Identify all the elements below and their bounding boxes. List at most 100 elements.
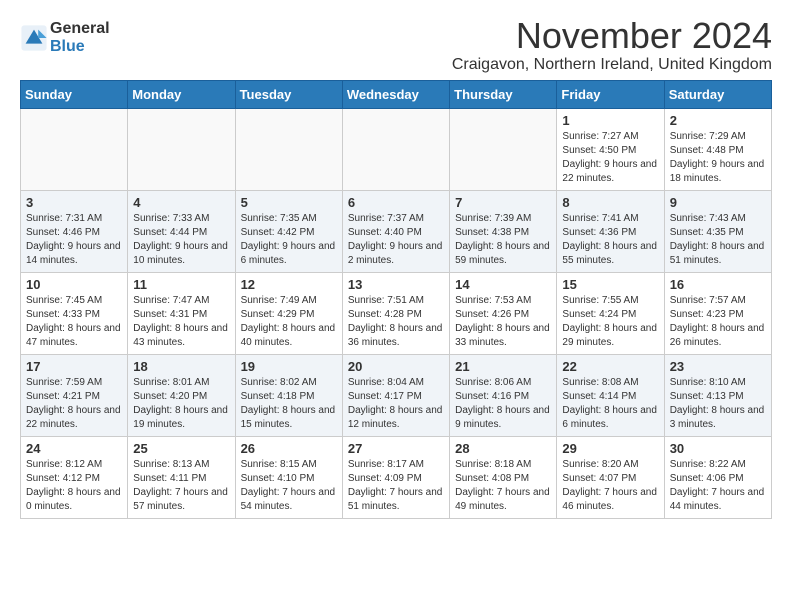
table-row: 2 Sunrise: 7:29 AM Sunset: 4:48 PM Daylig… xyxy=(664,108,771,190)
table-row: 7 Sunrise: 7:39 AM Sunset: 4:38 PM Daylig… xyxy=(450,190,557,272)
day-number: 18 xyxy=(133,359,229,374)
day-info: Sunrise: 7:57 AM Sunset: 4:23 PM Dayligh… xyxy=(670,294,766,350)
logo-blue-text: Blue xyxy=(50,38,110,56)
day-number: 8 xyxy=(562,195,658,210)
calendar-week-1: 1 Sunrise: 7:27 AM Sunset: 4:50 PM Daylig… xyxy=(21,108,772,190)
calendar-week-3: 10 Sunrise: 7:45 AM Sunset: 4:33 PM Dayli… xyxy=(21,272,772,354)
day-info: Sunrise: 8:15 AM Sunset: 4:10 PM Dayligh… xyxy=(241,458,337,514)
table-row: 15 Sunrise: 7:55 AM Sunset: 4:24 PM Dayli… xyxy=(557,272,664,354)
calendar-week-4: 17Sunrise: 7:59 AM Sunset: 4:21 PM Dayli… xyxy=(21,354,772,436)
calendar-week-2: 3Sunrise: 7:31 AM Sunset: 4:46 PM Daylig… xyxy=(21,190,772,272)
day-info: Sunrise: 7:45 AM Sunset: 4:33 PM Dayligh… xyxy=(26,294,122,350)
day-info: Sunrise: 8:17 AM Sunset: 4:09 PM Dayligh… xyxy=(348,458,444,514)
day-number: 29 xyxy=(562,441,658,456)
col-tuesday: Tuesday xyxy=(235,80,342,108)
day-number: 15 xyxy=(562,277,658,292)
day-number: 12 xyxy=(241,277,337,292)
day-info: Sunrise: 7:33 AM Sunset: 4:44 PM Dayligh… xyxy=(133,212,229,268)
table-row: 12Sunrise: 7:49 AM Sunset: 4:29 PM Dayli… xyxy=(235,272,342,354)
day-info: Sunrise: 7:43 AM Sunset: 4:35 PM Dayligh… xyxy=(670,212,766,268)
day-info: Sunrise: 7:39 AM Sunset: 4:38 PM Dayligh… xyxy=(455,212,551,268)
table-row: 29 Sunrise: 8:20 AM Sunset: 4:07 PM Dayli… xyxy=(557,436,664,518)
calendar-week-5: 24 Sunrise: 8:12 AM Sunset: 4:12 PM Dayli… xyxy=(21,436,772,518)
logo-text: General Blue xyxy=(50,20,110,55)
day-number: 2 xyxy=(670,113,766,128)
table-row: 28Sunrise: 8:18 AM Sunset: 4:08 PM Dayli… xyxy=(450,436,557,518)
day-number: 6 xyxy=(348,195,444,210)
logo-general-text: General xyxy=(50,20,110,38)
day-info: Sunrise: 7:35 AM Sunset: 4:42 PM Dayligh… xyxy=(241,212,337,268)
day-info: Sunrise: 8:04 AM Sunset: 4:17 PM Dayligh… xyxy=(348,376,444,432)
day-info: Sunrise: 7:53 AM Sunset: 4:26 PM Dayligh… xyxy=(455,294,551,350)
day-number: 11 xyxy=(133,277,229,292)
day-number: 10 xyxy=(26,277,122,292)
day-number: 3 xyxy=(26,195,122,210)
day-number: 21 xyxy=(455,359,551,374)
day-number: 30 xyxy=(670,441,766,456)
col-saturday: Saturday xyxy=(664,80,771,108)
day-info: Sunrise: 7:29 AM Sunset: 4:48 PM Dayligh… xyxy=(670,130,766,186)
table-row: 4 Sunrise: 7:33 AM Sunset: 4:44 PM Daylig… xyxy=(128,190,235,272)
table-row: 22 Sunrise: 8:08 AM Sunset: 4:14 PM Dayli… xyxy=(557,354,664,436)
location-title: Craigavon, Northern Ireland, United King… xyxy=(452,56,772,74)
day-number: 4 xyxy=(133,195,229,210)
day-info: Sunrise: 8:13 AM Sunset: 4:11 PM Dayligh… xyxy=(133,458,229,514)
table-row: 3Sunrise: 7:31 AM Sunset: 4:46 PM Daylig… xyxy=(21,190,128,272)
table-row xyxy=(342,108,449,190)
table-row: 11 Sunrise: 7:47 AM Sunset: 4:31 PM Dayli… xyxy=(128,272,235,354)
logo: General Blue xyxy=(20,20,110,55)
title-block: November 2024 Craigavon, Northern Irelan… xyxy=(452,16,772,74)
day-info: Sunrise: 7:41 AM Sunset: 4:36 PM Dayligh… xyxy=(562,212,658,268)
day-info: Sunrise: 8:02 AM Sunset: 4:18 PM Dayligh… xyxy=(241,376,337,432)
day-info: Sunrise: 7:55 AM Sunset: 4:24 PM Dayligh… xyxy=(562,294,658,350)
day-number: 25 xyxy=(133,441,229,456)
day-number: 28 xyxy=(455,441,551,456)
day-number: 1 xyxy=(562,113,658,128)
day-info: Sunrise: 7:27 AM Sunset: 4:50 PM Dayligh… xyxy=(562,130,658,186)
day-info: Sunrise: 7:47 AM Sunset: 4:31 PM Dayligh… xyxy=(133,294,229,350)
table-row: 17Sunrise: 7:59 AM Sunset: 4:21 PM Dayli… xyxy=(21,354,128,436)
table-row xyxy=(21,108,128,190)
day-info: Sunrise: 8:01 AM Sunset: 4:20 PM Dayligh… xyxy=(133,376,229,432)
col-wednesday: Wednesday xyxy=(342,80,449,108)
day-info: Sunrise: 7:51 AM Sunset: 4:28 PM Dayligh… xyxy=(348,294,444,350)
day-number: 17 xyxy=(26,359,122,374)
day-number: 16 xyxy=(670,277,766,292)
logo-icon xyxy=(20,24,48,52)
day-number: 19 xyxy=(241,359,337,374)
table-row: 14 Sunrise: 7:53 AM Sunset: 4:26 PM Dayli… xyxy=(450,272,557,354)
day-number: 7 xyxy=(455,195,551,210)
table-row: 5Sunrise: 7:35 AM Sunset: 4:42 PM Daylig… xyxy=(235,190,342,272)
day-info: Sunrise: 8:08 AM Sunset: 4:14 PM Dayligh… xyxy=(562,376,658,432)
col-thursday: Thursday xyxy=(450,80,557,108)
table-row: 13Sunrise: 7:51 AM Sunset: 4:28 PM Dayli… xyxy=(342,272,449,354)
table-row: 1 Sunrise: 7:27 AM Sunset: 4:50 PM Daylig… xyxy=(557,108,664,190)
day-number: 26 xyxy=(241,441,337,456)
table-row: 6 Sunrise: 7:37 AM Sunset: 4:40 PM Daylig… xyxy=(342,190,449,272)
table-row: 8 Sunrise: 7:41 AM Sunset: 4:36 PM Daylig… xyxy=(557,190,664,272)
header: General Blue November 2024 Craigavon, No… xyxy=(20,16,772,74)
table-row: 19 Sunrise: 8:02 AM Sunset: 4:18 PM Dayli… xyxy=(235,354,342,436)
table-row: 20 Sunrise: 8:04 AM Sunset: 4:17 PM Dayli… xyxy=(342,354,449,436)
day-info: Sunrise: 8:12 AM Sunset: 4:12 PM Dayligh… xyxy=(26,458,122,514)
col-monday: Monday xyxy=(128,80,235,108)
day-info: Sunrise: 8:06 AM Sunset: 4:16 PM Dayligh… xyxy=(455,376,551,432)
day-number: 14 xyxy=(455,277,551,292)
table-row xyxy=(235,108,342,190)
table-row xyxy=(128,108,235,190)
table-row: 27Sunrise: 8:17 AM Sunset: 4:09 PM Dayli… xyxy=(342,436,449,518)
day-info: Sunrise: 8:20 AM Sunset: 4:07 PM Dayligh… xyxy=(562,458,658,514)
table-row: 26 Sunrise: 8:15 AM Sunset: 4:10 PM Dayli… xyxy=(235,436,342,518)
table-row: 10 Sunrise: 7:45 AM Sunset: 4:33 PM Dayli… xyxy=(21,272,128,354)
table-row: 9 Sunrise: 7:43 AM Sunset: 4:35 PM Daylig… xyxy=(664,190,771,272)
day-number: 22 xyxy=(562,359,658,374)
day-number: 9 xyxy=(670,195,766,210)
day-number: 24 xyxy=(26,441,122,456)
day-number: 20 xyxy=(348,359,444,374)
month-title: November 2024 xyxy=(452,16,772,56)
col-friday: Friday xyxy=(557,80,664,108)
day-info: Sunrise: 7:37 AM Sunset: 4:40 PM Dayligh… xyxy=(348,212,444,268)
table-row: 16 Sunrise: 7:57 AM Sunset: 4:23 PM Dayli… xyxy=(664,272,771,354)
day-info: Sunrise: 8:22 AM Sunset: 4:06 PM Dayligh… xyxy=(670,458,766,514)
table-row: 18 Sunrise: 8:01 AM Sunset: 4:20 PM Dayli… xyxy=(128,354,235,436)
